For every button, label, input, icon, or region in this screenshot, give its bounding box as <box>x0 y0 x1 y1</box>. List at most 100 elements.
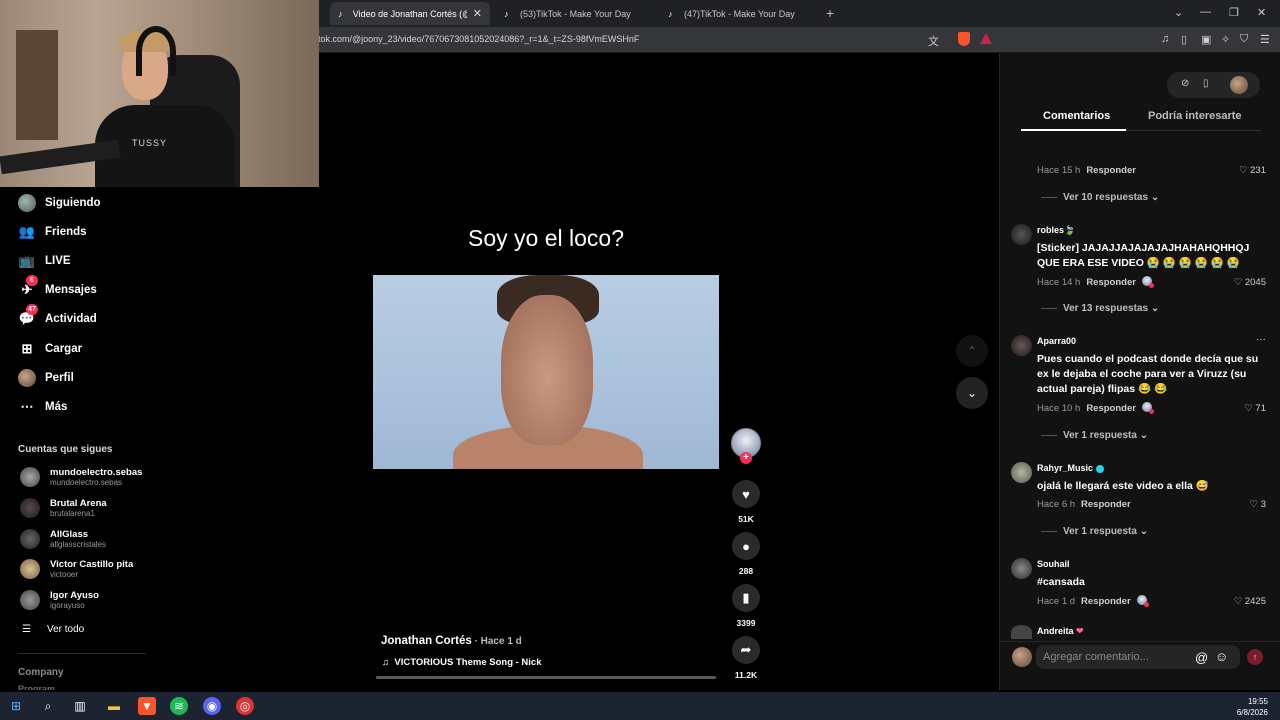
leo-ai-icon[interactable]: ✧ <box>1221 33 1230 46</box>
close-tab-icon[interactable]: ✕ <box>473 7 482 20</box>
send-comment-button[interactable]: ↑ <box>1247 649 1263 665</box>
chevron-down-icon: ⌄ <box>1139 526 1149 537</box>
device-icon[interactable]: ▯ <box>1203 78 1209 89</box>
brave-browser-icon[interactable]: ▼ <box>138 697 156 715</box>
view-replies[interactable]: Ver 1 respuesta ⌄ <box>1041 430 1148 441</box>
compass-icon[interactable]: ⊘ <box>1181 78 1189 89</box>
obs-icon[interactable]: ◎ <box>236 697 254 715</box>
emoji-icon[interactable]: ☺ <box>1215 649 1228 664</box>
next-video-button[interactable]: ⌄ <box>956 377 988 409</box>
company-link[interactable]: Company <box>18 667 64 678</box>
windows-start-icon[interactable]: ⊞ <box>7 697 25 715</box>
reply-button[interactable]: Responder <box>1086 277 1136 288</box>
comment-input[interactable] <box>1036 645 1240 669</box>
webcam-door <box>16 30 58 140</box>
following-account[interactable]: Igor Ayuso igorayuso <box>20 588 99 612</box>
video-music[interactable]: ♫ VICTORIOUS Theme Song - Nick <box>382 657 542 668</box>
commenter-avatar[interactable] <box>1011 335 1032 356</box>
nav-live[interactable]: 📺 LIVE <box>18 250 71 272</box>
commenter-avatar[interactable] <box>1011 224 1032 245</box>
messages-badge: 6 <box>26 275 38 286</box>
menu-icon[interactable]: ☰ <box>1260 33 1270 46</box>
reply-button[interactable]: Responder <box>1086 165 1136 176</box>
like-button[interactable]: ♥ 51K <box>732 480 760 524</box>
view-replies[interactable]: Ver 1 respuesta ⌄ <box>1041 526 1148 537</box>
tab-search-chevron-icon[interactable]: ⌄ <box>1174 6 1183 19</box>
comment-like[interactable]: ♡ 2425 <box>1234 596 1266 607</box>
commenter-avatar[interactable] <box>1011 462 1032 483</box>
system-clock[interactable]: 19:55 6/8/2026 <box>1237 696 1268 718</box>
save-button[interactable]: ▮ 3399 <box>732 584 760 628</box>
url-field[interactable]: tok.com/@joony_23/video/7670673081052024… <box>318 34 639 44</box>
share-button[interactable]: ➦ 11.2K <box>732 636 760 680</box>
vpn-shield-icon[interactable]: ⛉ <box>1240 33 1248 46</box>
comment-button[interactable]: ● 288 <box>732 532 760 576</box>
view-replies[interactable]: Ver 10 respuestas ⌄ <box>1041 192 1159 203</box>
nav-friends[interactable]: 👥 Friends <box>18 221 87 243</box>
file-explorer-icon[interactable]: ▬ <box>105 697 123 715</box>
commenter-name[interactable]: robles🍃 <box>1037 225 1075 236</box>
program-link[interactable]: Program <box>18 684 55 690</box>
comment-like[interactable]: ♡ 231 <box>1239 165 1266 176</box>
video-author-name[interactable]: Jonathan Cortés <box>381 635 472 647</box>
task-view-icon[interactable]: ▥ <box>71 697 89 715</box>
brave-rewards-icon[interactable] <box>980 33 992 44</box>
comment-like[interactable]: ♡ 3 <box>1250 499 1266 510</box>
webcam-shirt-text: TUSSY <box>132 138 168 148</box>
reply-button[interactable]: Responder <box>1081 596 1131 607</box>
following-account[interactable]: Victor Castillo pita victooer <box>20 557 133 581</box>
webcam-overlay: TUSSY <box>0 0 319 187</box>
commenter-name[interactable]: Aparra00 <box>1037 336 1076 346</box>
discord-icon[interactable]: ◉ <box>203 697 221 715</box>
nav-activity[interactable]: 💬 47 Actividad <box>18 304 97 330</box>
browser-tab[interactable]: ♪ (53)TikTok - Make Your Day <box>496 2 656 25</box>
clock-time: 19:55 <box>1247 697 1268 706</box>
commenter-name[interactable]: Souhail <box>1037 559 1070 569</box>
minimize-icon[interactable]: — <box>1200 6 1211 18</box>
account-name: Victor Castillo pita <box>50 558 134 570</box>
reply-button[interactable]: Responder <box>1086 403 1136 414</box>
nav-messages[interactable]: ✈ 6 Mensajes <box>18 275 97 301</box>
previous-video-button[interactable]: ⌃ <box>956 335 988 367</box>
mention-icon[interactable]: @ <box>1195 650 1208 665</box>
commenter-name[interactable]: Rahyr_Music <box>1037 463 1105 473</box>
tab-comments[interactable]: Comentarios <box>1043 110 1110 122</box>
following-account[interactable]: mundoelectro.sebas mundoelectro.sebas <box>20 465 142 489</box>
new-tab-icon[interactable]: + <box>826 5 834 21</box>
view-replies-label: Ver 1 respuesta <box>1063 430 1137 441</box>
brave-shield-icon[interactable] <box>958 32 970 46</box>
comment-time: Hace 1 d <box>1037 596 1076 607</box>
view-replies[interactable]: Ver 13 respuestas ⌄ <box>1041 303 1159 314</box>
translate-icon[interactable]: 文 <box>928 33 939 49</box>
browser-tab-active[interactable]: ♪ Video de Jonathan Cortés (@joo ✕ <box>330 2 490 25</box>
maximize-icon[interactable]: ❐ <box>1229 6 1239 19</box>
nav-upload[interactable]: ⊞ Cargar <box>18 338 83 360</box>
reply-button[interactable]: Responder <box>1081 499 1131 510</box>
commenter-avatar[interactable] <box>1011 625 1032 639</box>
spotify-icon[interactable]: ≋ <box>170 697 188 715</box>
wallet-icon[interactable]: ▣ <box>1201 33 1211 46</box>
sidebar-toggle-icon[interactable]: ▯ <box>1181 33 1187 46</box>
commenter-avatar[interactable] <box>1011 558 1032 579</box>
following-account[interactable]: AllGlass allglasscristales <box>20 527 106 551</box>
video-progress-bar[interactable] <box>376 676 716 679</box>
nav-following[interactable]: Siguiendo <box>18 192 101 214</box>
music-note-icon: ♫ <box>382 657 390 668</box>
comment-like[interactable]: ♡ 2045 <box>1234 277 1266 288</box>
browser-tab[interactable]: ♪ (47)TikTok - Make Your Day <box>660 2 820 25</box>
activity-badge: 47 <box>26 304 38 315</box>
media-icon[interactable]: ♫ <box>1161 33 1169 45</box>
search-icon[interactable]: ⌕ <box>39 697 57 715</box>
tab-suggested[interactable]: Podría interesarte <box>1148 110 1242 122</box>
more-options-icon[interactable]: ··· <box>1256 334 1266 345</box>
close-window-icon[interactable]: ✕ <box>1257 6 1266 19</box>
see-all-link[interactable]: ☰ Ver todo <box>22 624 84 635</box>
comment-like[interactable]: ♡ 71 <box>1244 403 1266 414</box>
commenter-name[interactable]: Andreita ❤ <box>1037 626 1084 635</box>
nav-profile[interactable]: Perfil <box>18 367 74 389</box>
follow-plus-icon[interactable]: + <box>740 452 752 464</box>
nav-more[interactable]: ⋯ Más <box>18 396 68 418</box>
following-account[interactable]: Brutal Arena brutalarena1 <box>20 496 107 520</box>
account-avatar-button[interactable] <box>1230 76 1248 94</box>
video-player[interactable] <box>373 275 719 469</box>
